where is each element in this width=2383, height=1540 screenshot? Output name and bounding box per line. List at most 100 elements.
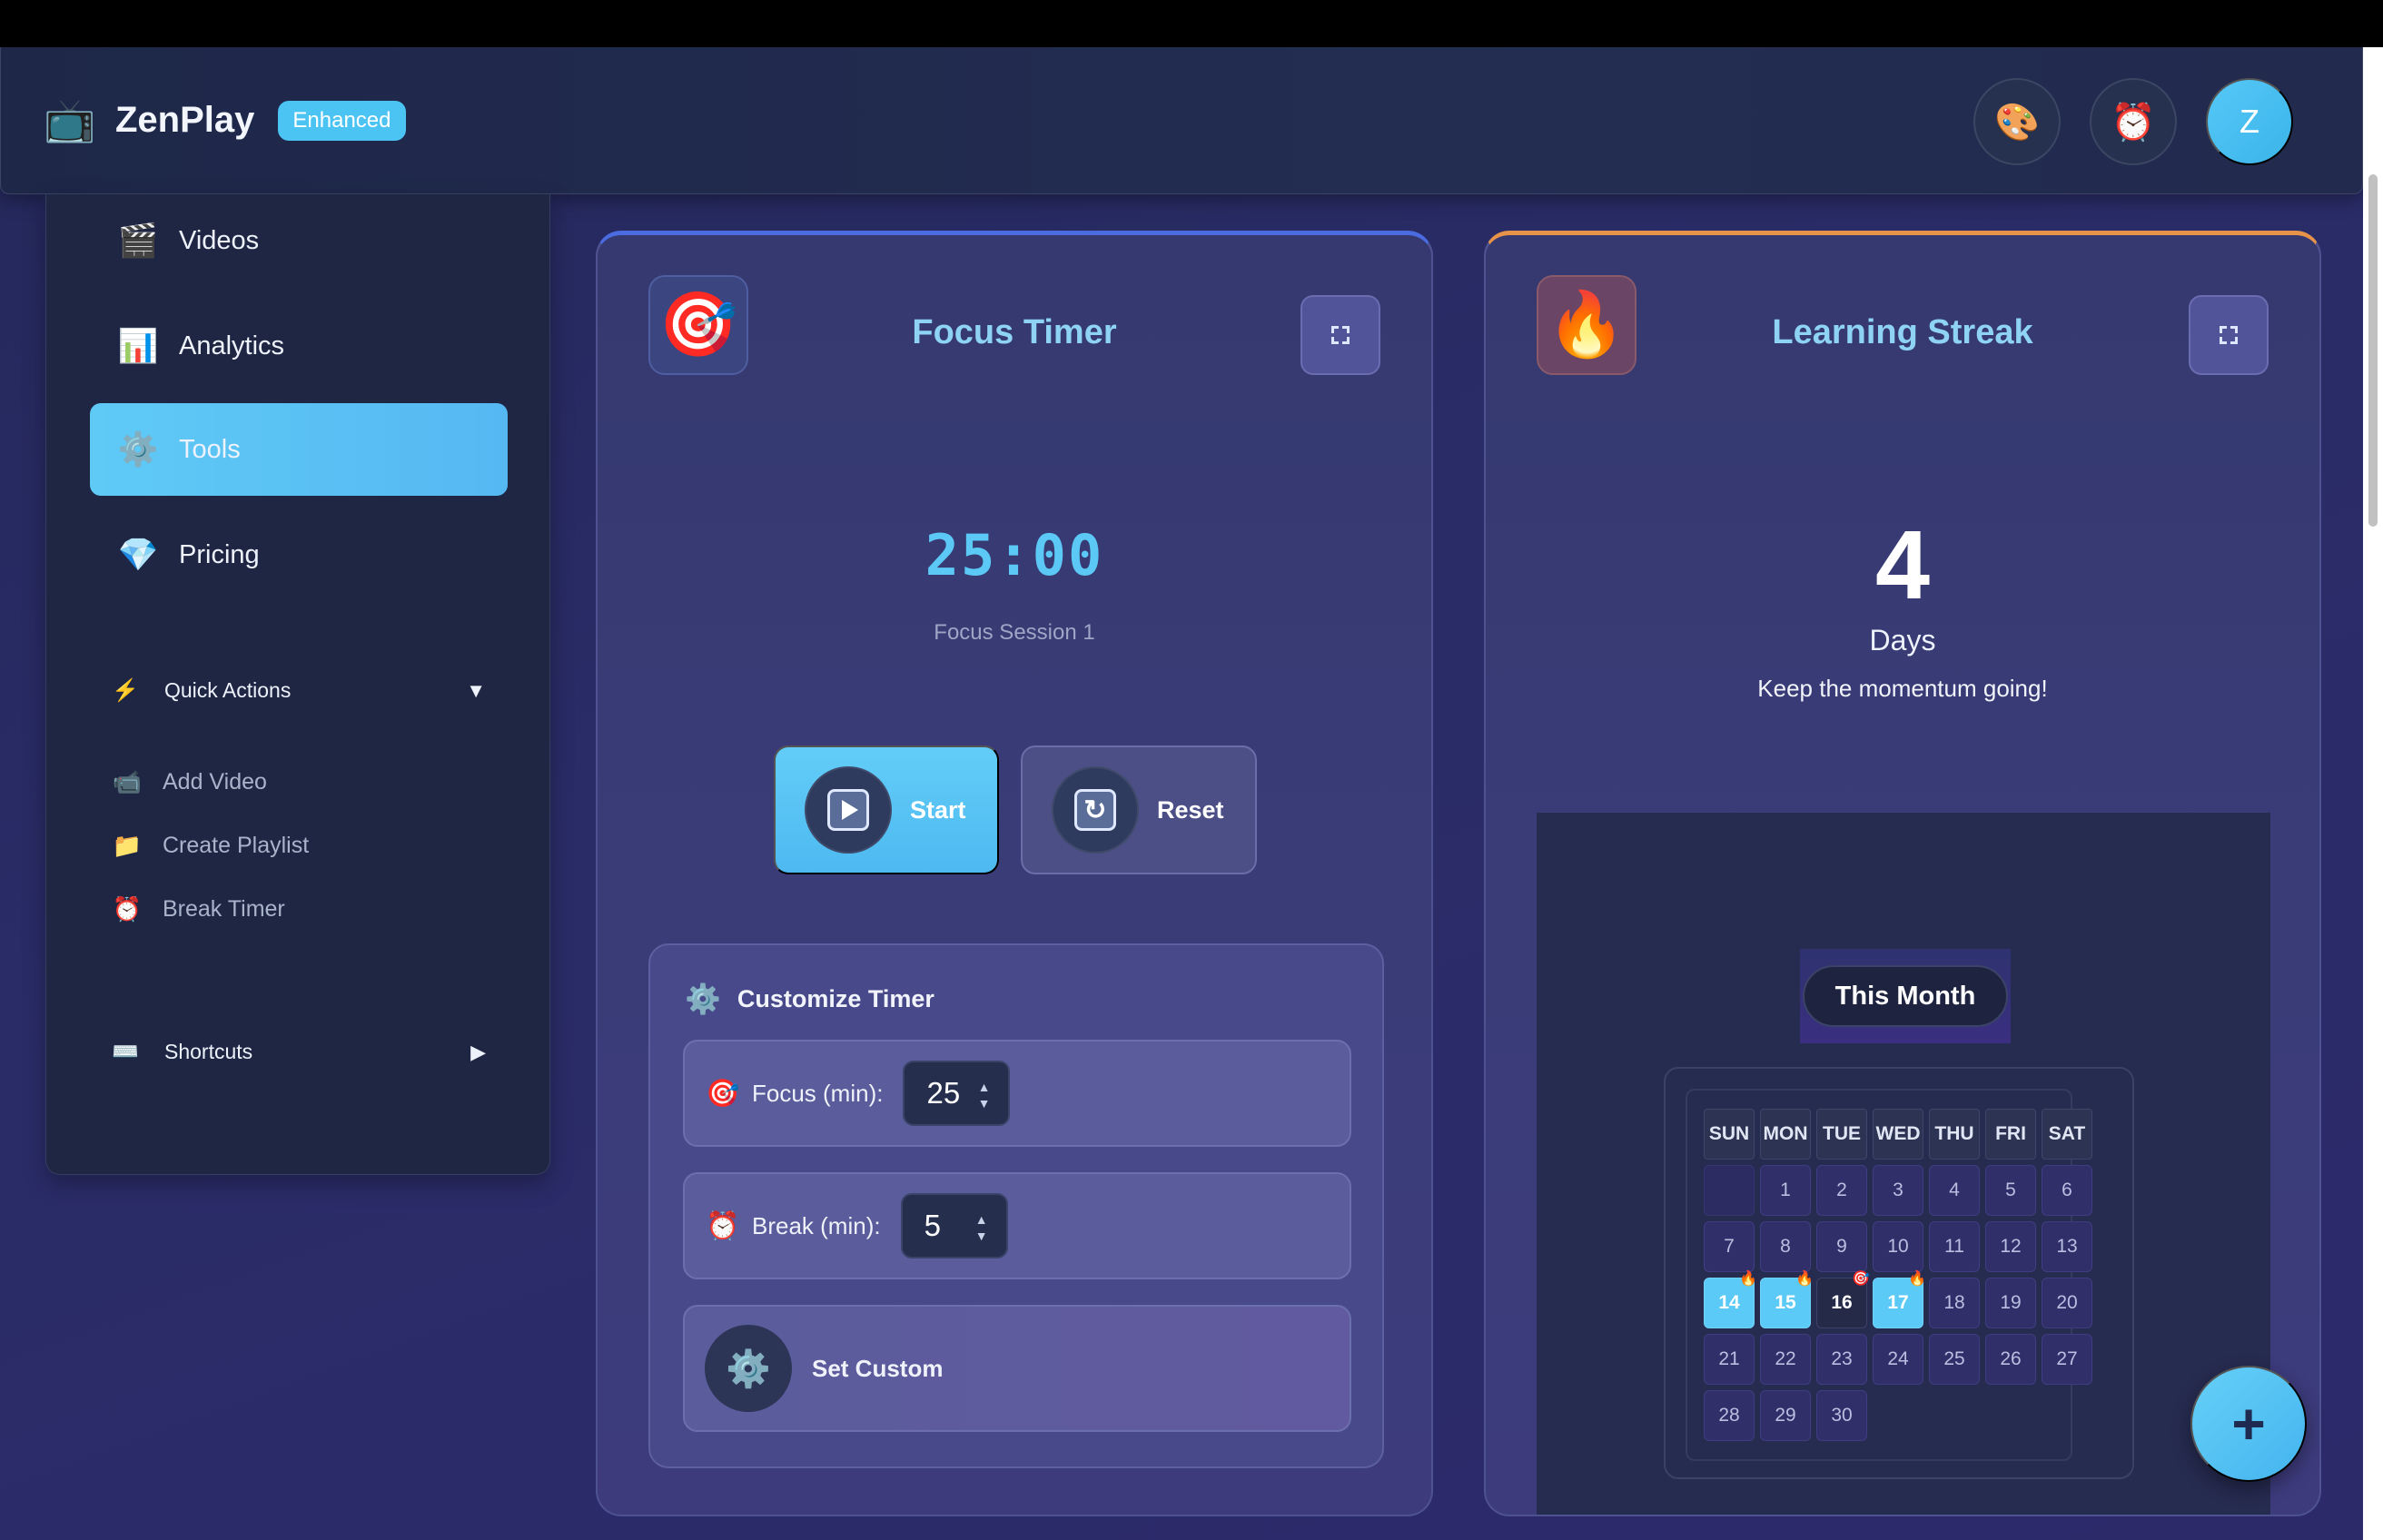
calendar-day-number: 10 xyxy=(1887,1236,1909,1257)
calendar-day[interactable]: 3 xyxy=(1873,1165,1923,1216)
calendar-day-number: 24 xyxy=(1887,1348,1909,1369)
calendar-day[interactable]: 14 🔥 xyxy=(1704,1271,1757,1328)
focus-timer-card: 🎯 Focus Timer 25:00 Focus Session 1 Star… xyxy=(596,231,1433,1516)
calendar-day[interactable]: 5 xyxy=(1985,1165,2036,1216)
streak-count: 4 xyxy=(1874,509,1931,619)
calendar-day-number: 17 xyxy=(1887,1292,1909,1313)
user-avatar[interactable]: Z xyxy=(2206,78,2293,165)
calendar-day-number: 12 xyxy=(2000,1236,2022,1257)
calendar-day[interactable]: 6 xyxy=(2042,1165,2092,1216)
calendar-grid: SUN MON TUE WED THU FRI SAT 1 2 3 4 5 6 7 8 9 10 11 12 13 14… xyxy=(1704,1109,2092,1441)
streak-expand-button[interactable] xyxy=(2189,295,2269,375)
calendar-day[interactable]: 12 xyxy=(1985,1221,2036,1272)
customize-timer-panel: ⚙️ Customize Timer 🎯 Focus (min): 25 ▲ ▼ … xyxy=(648,943,1384,1468)
tv-icon: 📺 xyxy=(44,96,96,143)
calendar-day[interactable]: 23 xyxy=(1816,1334,1867,1385)
brand-name[interactable]: ZenPlay xyxy=(115,100,254,141)
calendar-day[interactable]: 15 🔥 xyxy=(1760,1271,1814,1328)
calendar-empty-cell xyxy=(1704,1165,1755,1216)
break-minutes-row: ⏰ Break (min): 5 ▲ ▼ xyxy=(683,1172,1351,1279)
bar-chart-icon: 📊 xyxy=(117,327,159,364)
spinner-icon[interactable]: ▲ ▼ xyxy=(975,1211,988,1244)
spinner-icon[interactable]: ▲ ▼ xyxy=(978,1079,991,1111)
calendar-day[interactable]: 16 🎯 xyxy=(1816,1271,1870,1328)
timer-button[interactable]: ⏰ xyxy=(2090,78,2177,165)
sidebar-item-pricing[interactable]: 💎 Pricing xyxy=(90,508,508,601)
sidebar-item-label: Tools xyxy=(179,434,241,464)
calendar-day[interactable]: 24 xyxy=(1873,1334,1923,1385)
calendar-day[interactable]: 18 xyxy=(1929,1278,1980,1328)
quick-action-break-timer[interactable]: ⏰ Break Timer xyxy=(112,895,285,923)
calendar-day[interactable]: 29 xyxy=(1760,1390,1811,1441)
break-minutes-input[interactable]: 5 ▲ ▼ xyxy=(900,1193,1008,1259)
reset-button[interactable]: ↻ Reset xyxy=(1021,745,1257,874)
quick-action-add-video[interactable]: 📹 Add Video xyxy=(112,768,267,796)
set-custom-button[interactable]: ⚙️ Set Custom xyxy=(683,1305,1351,1432)
sidebar: 🎬 Videos 📊 Analytics ⚙️ Tools 💎 Pricing … xyxy=(45,194,550,1175)
calendar-day[interactable]: 9 xyxy=(1816,1221,1867,1272)
calendar-day[interactable]: 25 xyxy=(1929,1334,1980,1385)
calendar-day[interactable]: 28 xyxy=(1704,1390,1755,1441)
quick-action-label: Add Video xyxy=(163,769,267,795)
weekday-header: THU xyxy=(1929,1109,1980,1160)
calendar-day-number: 28 xyxy=(1718,1405,1740,1426)
sidebar-item-tools[interactable]: ⚙️ Tools xyxy=(90,403,508,496)
add-fab-button[interactable]: + xyxy=(2190,1366,2307,1482)
calendar-day[interactable]: 8 xyxy=(1760,1221,1811,1272)
target-icon: 🎯 xyxy=(1852,1271,1870,1287)
calendar-day[interactable]: 22 xyxy=(1760,1334,1811,1385)
calendar-day-number: 4 xyxy=(1949,1180,1960,1200)
quick-action-create-playlist[interactable]: 📁 Create Playlist xyxy=(112,832,309,860)
shortcuts-toggle[interactable]: ⌨️ Shortcuts ▶ xyxy=(110,1039,537,1065)
month-header: This Month xyxy=(1800,949,2011,1043)
break-minutes-label: Break (min): xyxy=(752,1211,881,1239)
focus-minutes-label: Focus (min): xyxy=(752,1079,884,1107)
shortcuts-title: Shortcuts xyxy=(164,1040,253,1063)
session-label: Focus Session 1 xyxy=(934,620,1095,645)
focus-expand-button[interactable] xyxy=(1300,295,1380,375)
calendar-day-number: 7 xyxy=(1724,1236,1735,1257)
quick-actions-toggle[interactable]: ⚡ Quick Actions ▼ xyxy=(110,677,537,704)
calendar-panel: This Month SUN MON TUE WED THU FRI SAT 1 2 3 4 5 6 7 8… xyxy=(1537,813,2270,1515)
weekday-header: FRI xyxy=(1985,1109,2036,1160)
calendar-day-number: 3 xyxy=(1893,1180,1903,1200)
calendar-day[interactable]: 11 xyxy=(1929,1221,1980,1272)
calendar-day[interactable]: 13 xyxy=(2042,1221,2092,1272)
month-label: This Month xyxy=(1802,965,2009,1027)
focus-minutes-input[interactable]: 25 ▲ ▼ xyxy=(903,1061,1011,1126)
alarm-clock-icon: ⏰ xyxy=(706,1210,740,1241)
learning-streak-card: 🔥 Learning Streak 4 Days Keep the moment… xyxy=(1484,231,2321,1516)
calendar-day[interactable]: 7 xyxy=(1704,1221,1755,1272)
calendar-day[interactable]: 27 xyxy=(2042,1334,2092,1385)
calendar-day[interactable]: 17 🔥 xyxy=(1873,1271,1926,1328)
calendar-day-number: 19 xyxy=(2000,1292,2022,1313)
scrollbar-thumb[interactable] xyxy=(2368,174,2378,527)
sidebar-item-analytics[interactable]: 📊 Analytics xyxy=(90,300,508,392)
break-minutes-value: 5 xyxy=(924,1209,941,1242)
quick-action-label: Create Playlist xyxy=(163,833,310,858)
calendar-day[interactable]: 4 xyxy=(1929,1165,1980,1216)
calendar-day[interactable]: 2 xyxy=(1816,1165,1867,1216)
calendar-day[interactable]: 21 xyxy=(1704,1334,1755,1385)
calendar-day-number: 9 xyxy=(1836,1236,1847,1257)
page-scrollbar[interactable] xyxy=(2363,47,2383,1540)
video-camera-icon: 📹 xyxy=(112,768,143,795)
customize-timer-header: ⚙️ Customize Timer xyxy=(685,982,934,1016)
app-header: 📺 ZenPlay Enhanced 🎨 ⏰ Z xyxy=(0,47,2363,194)
gear-icon: ⚙️ xyxy=(685,982,721,1015)
calendar-day[interactable]: 19 xyxy=(1985,1278,2036,1328)
calendar-day[interactable]: 30 xyxy=(1816,1390,1867,1441)
theme-button[interactable]: 🎨 xyxy=(1973,78,2061,165)
window-top-bar xyxy=(0,0,2383,47)
calendar-day[interactable]: 26 xyxy=(1985,1334,2036,1385)
sidebar-item-videos[interactable]: 🎬 Videos xyxy=(90,194,508,287)
calendar-day-number: 8 xyxy=(1780,1236,1791,1257)
calendar-day-number: 18 xyxy=(1943,1292,1965,1313)
customize-timer-title: Customize Timer xyxy=(737,984,934,1012)
start-button[interactable]: Start xyxy=(774,745,999,874)
calendar-day[interactable]: 1 xyxy=(1760,1165,1811,1216)
folder-icon: 📁 xyxy=(112,832,143,859)
calendar-day[interactable]: 20 xyxy=(2042,1278,2092,1328)
calendar-day-number: 21 xyxy=(1718,1348,1740,1369)
calendar-day[interactable]: 10 xyxy=(1873,1221,1923,1272)
